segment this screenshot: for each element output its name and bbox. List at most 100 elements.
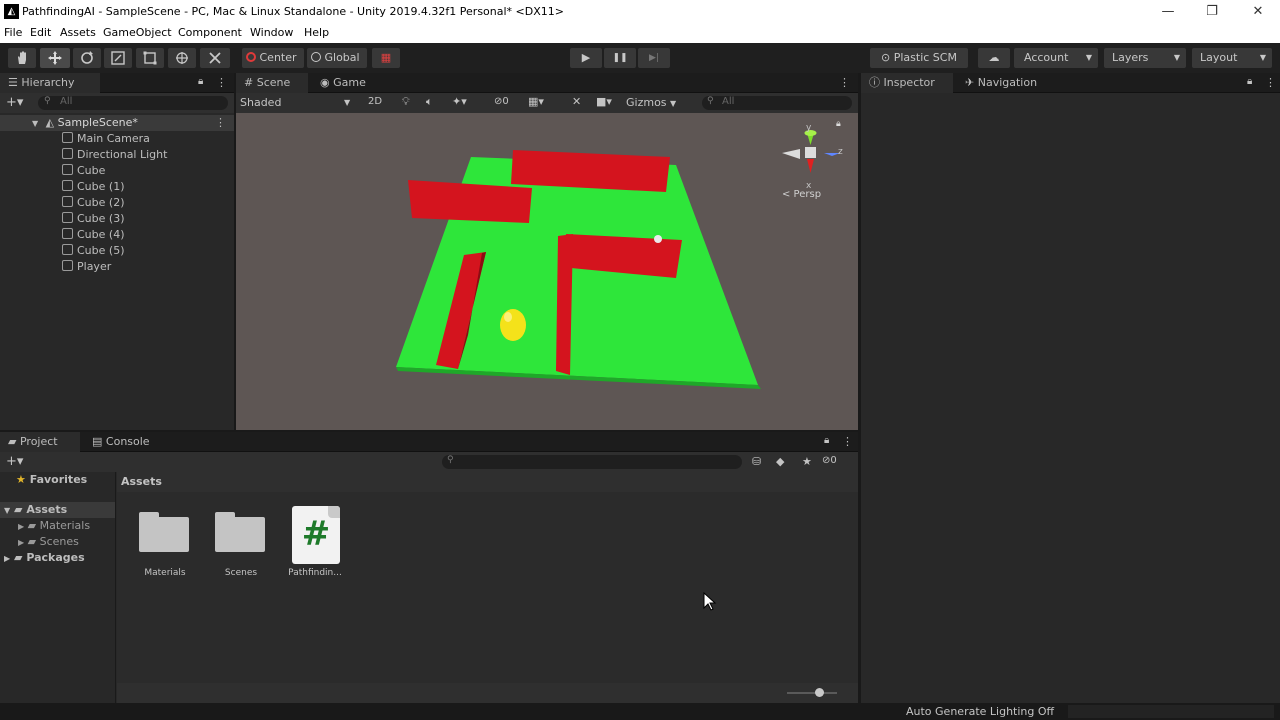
window-title: PathfindingAI - SampleScene - PC, Mac & …: [22, 5, 564, 18]
inspector-panel: ⓘ Inspector ✈︎ Navigation 🔒︎ ⋮: [861, 73, 1280, 703]
transform-tool-icon[interactable]: [168, 48, 196, 68]
hierarchy-search-input[interactable]: ⚲ All: [38, 96, 228, 110]
restore-button[interactable]: ❐: [1192, 2, 1232, 22]
tab-inspector[interactable]: ⓘ Inspector: [861, 73, 953, 93]
asset-item[interactable]: Scenes: [213, 512, 269, 602]
hierarchy-item[interactable]: Directional Light: [62, 147, 167, 163]
account-dropdown[interactable]: Account ▼: [1014, 48, 1098, 68]
hidden-packages-toggle[interactable]: ⊘0: [822, 455, 837, 466]
hierarchy-item[interactable]: Cube (1): [62, 179, 124, 195]
lock-icon[interactable]: 🔒︎: [1247, 76, 1252, 87]
favorite-star-icon[interactable]: ★: [802, 455, 812, 468]
hierarchy-item[interactable]: Player: [62, 259, 111, 275]
cloud-icon[interactable]: ☁: [978, 48, 1010, 68]
more-menu-icon[interactable]: ⋮: [1265, 76, 1276, 89]
menu-help[interactable]: Help: [304, 26, 329, 39]
tree-scenes-label: Scenes: [39, 535, 79, 548]
menu-bar: File Edit Assets GameObject Component Wi…: [0, 24, 1280, 43]
more-menu-icon[interactable]: ⋮: [839, 76, 850, 89]
close-button[interactable]: ✕: [1238, 2, 1278, 22]
persp-label[interactable]: < Persp: [782, 189, 821, 200]
pause-button[interactable]: ❚❚: [604, 48, 636, 68]
step-button[interactable]: ▶|: [638, 48, 670, 68]
plastic-scm-label: Plastic SCM: [893, 51, 957, 64]
tab-game[interactable]: ◉ Game: [312, 73, 382, 93]
breadcrumb[interactable]: Assets: [121, 475, 162, 488]
menu-window[interactable]: Window: [250, 26, 293, 39]
layers-dropdown[interactable]: Layers ▼: [1104, 48, 1186, 68]
menu-edit[interactable]: Edit: [30, 26, 51, 39]
tree-packages[interactable]: ▶ ▰ Packages: [4, 550, 85, 566]
scene-root[interactable]: ▼ ◭ SampleScene* ⋮: [0, 115, 234, 131]
menu-assets[interactable]: Assets: [60, 26, 96, 39]
space-toggle[interactable]: Global: [307, 48, 367, 68]
space-label: Global: [324, 51, 360, 64]
plastic-scm-button[interactable]: ⊙ Plastic SCM: [870, 48, 968, 68]
play-button[interactable]: ▶: [570, 48, 602, 68]
snap-grid-icon[interactable]: ▦: [372, 48, 400, 68]
search-by-type-icon[interactable]: ⛁: [752, 455, 761, 468]
lock-icon[interactable]: 🔒︎: [198, 76, 203, 87]
hierarchy-item[interactable]: Cube (4): [62, 227, 124, 243]
audio-icon[interactable]: 🔈︎: [426, 95, 433, 109]
move-tool-icon[interactable]: [40, 48, 70, 68]
scene-viewport[interactable]: y z x < Persp 🔒︎: [236, 113, 858, 430]
tree-assets-label: Assets: [26, 503, 68, 516]
hierarchy-item[interactable]: Cube (2): [62, 195, 124, 211]
custom-tool-icon[interactable]: [200, 48, 230, 68]
more-menu-icon[interactable]: ⋮: [842, 435, 853, 448]
asset-item[interactable]: # Pathfindin...: [285, 506, 345, 602]
plastic-scm-icon: ⊙: [881, 51, 891, 64]
gizmo-lock-icon[interactable]: 🔒︎: [836, 119, 841, 129]
effects-icon[interactable]: ✦▾: [452, 95, 467, 108]
tab-console[interactable]: ▤ Console: [84, 432, 164, 452]
hierarchy-item[interactable]: Cube (5): [62, 243, 124, 259]
tab-hierarchy[interactable]: ☰ Hierarchy: [0, 73, 100, 93]
favorites-item[interactable]: ★ Favorites: [16, 472, 87, 488]
menu-component[interactable]: Component: [178, 26, 242, 39]
rotate-tool-icon[interactable]: [73, 48, 101, 68]
asset-item[interactable]: Materials: [137, 512, 193, 602]
lock-icon[interactable]: 🔒︎: [824, 435, 829, 446]
icon-size-slider-thumb[interactable]: [815, 688, 824, 697]
scene-grid-icon: #: [244, 76, 254, 89]
lightbulb-icon[interactable]: 💡︎: [402, 95, 410, 109]
gameobject-icon: [62, 148, 73, 159]
2d-toggle[interactable]: 2D: [368, 96, 382, 107]
more-menu-icon[interactable]: ⋮: [216, 76, 227, 89]
icon-size-slider-track[interactable]: [787, 692, 837, 694]
tab-navigation[interactable]: ✈︎ Navigation: [957, 73, 1057, 93]
scene-search-input[interactable]: ⚲ All: [702, 96, 852, 110]
hierarchy-item[interactable]: Cube: [62, 163, 105, 179]
scale-tool-icon[interactable]: [104, 48, 132, 68]
lighting-status[interactable]: Auto Generate Lighting Off: [906, 705, 1054, 718]
add-icon[interactable]: +▾: [6, 454, 23, 469]
search-by-label-icon[interactable]: ◆: [776, 455, 784, 468]
tree-materials[interactable]: ▶ ▰ Materials: [18, 518, 90, 534]
layout-dropdown[interactable]: Layout ▼: [1192, 48, 1272, 68]
scene-more-icon[interactable]: ⋮: [215, 115, 226, 131]
tree-scenes[interactable]: ▶ ▰ Scenes: [18, 534, 79, 550]
camera-icon[interactable]: ■▾: [596, 95, 612, 108]
rect-tool-icon[interactable]: [136, 48, 164, 68]
shading-mode-dropdown[interactable]: Shaded ▼: [240, 96, 350, 109]
project-search-input[interactable]: ⚲: [442, 455, 742, 469]
orientation-gizmo[interactable]: y z x < Persp: [776, 123, 846, 213]
gizmos-dropdown[interactable]: Gizmos ▼: [626, 96, 676, 109]
menu-file[interactable]: File: [4, 26, 22, 39]
minimize-button[interactable]: —: [1148, 2, 1188, 22]
player-capsule: [500, 309, 526, 341]
hierarchy-item[interactable]: Main Camera: [62, 131, 150, 147]
tab-project[interactable]: ▰ Project: [0, 432, 80, 452]
hand-tool-icon[interactable]: [8, 48, 36, 68]
tab-scene[interactable]: # Scene: [236, 73, 308, 93]
visibility-toggle[interactable]: ⊘0: [494, 96, 509, 107]
hierarchy-header: ☰ Hierarchy 🔒︎ ⋮: [0, 73, 234, 93]
hierarchy-item[interactable]: Cube (3): [62, 211, 124, 227]
grid-icon[interactable]: ▦▾: [528, 95, 544, 108]
add-icon[interactable]: +▾: [6, 95, 23, 110]
pivot-toggle[interactable]: Center: [242, 48, 304, 68]
menu-gameobject[interactable]: GameObject: [103, 26, 172, 39]
tools-icon[interactable]: ✕: [572, 95, 581, 108]
tree-assets[interactable]: ▼ ▰ Assets: [0, 502, 115, 518]
